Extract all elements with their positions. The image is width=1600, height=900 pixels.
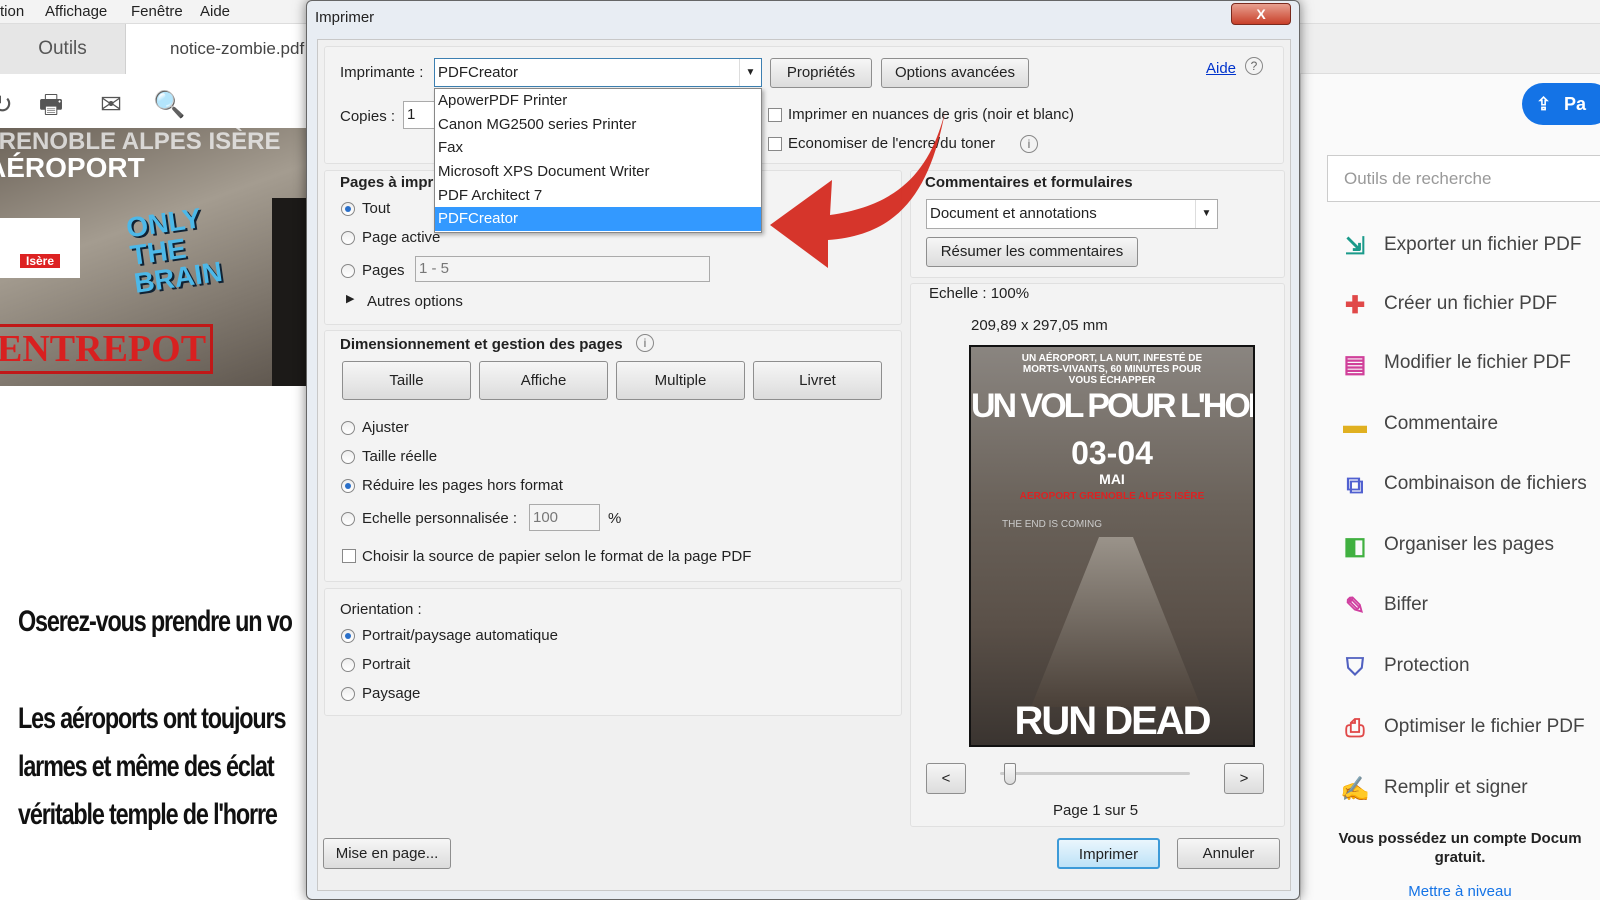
red-arrow-annotation (770, 112, 945, 268)
red-arrow-shape (770, 112, 945, 268)
